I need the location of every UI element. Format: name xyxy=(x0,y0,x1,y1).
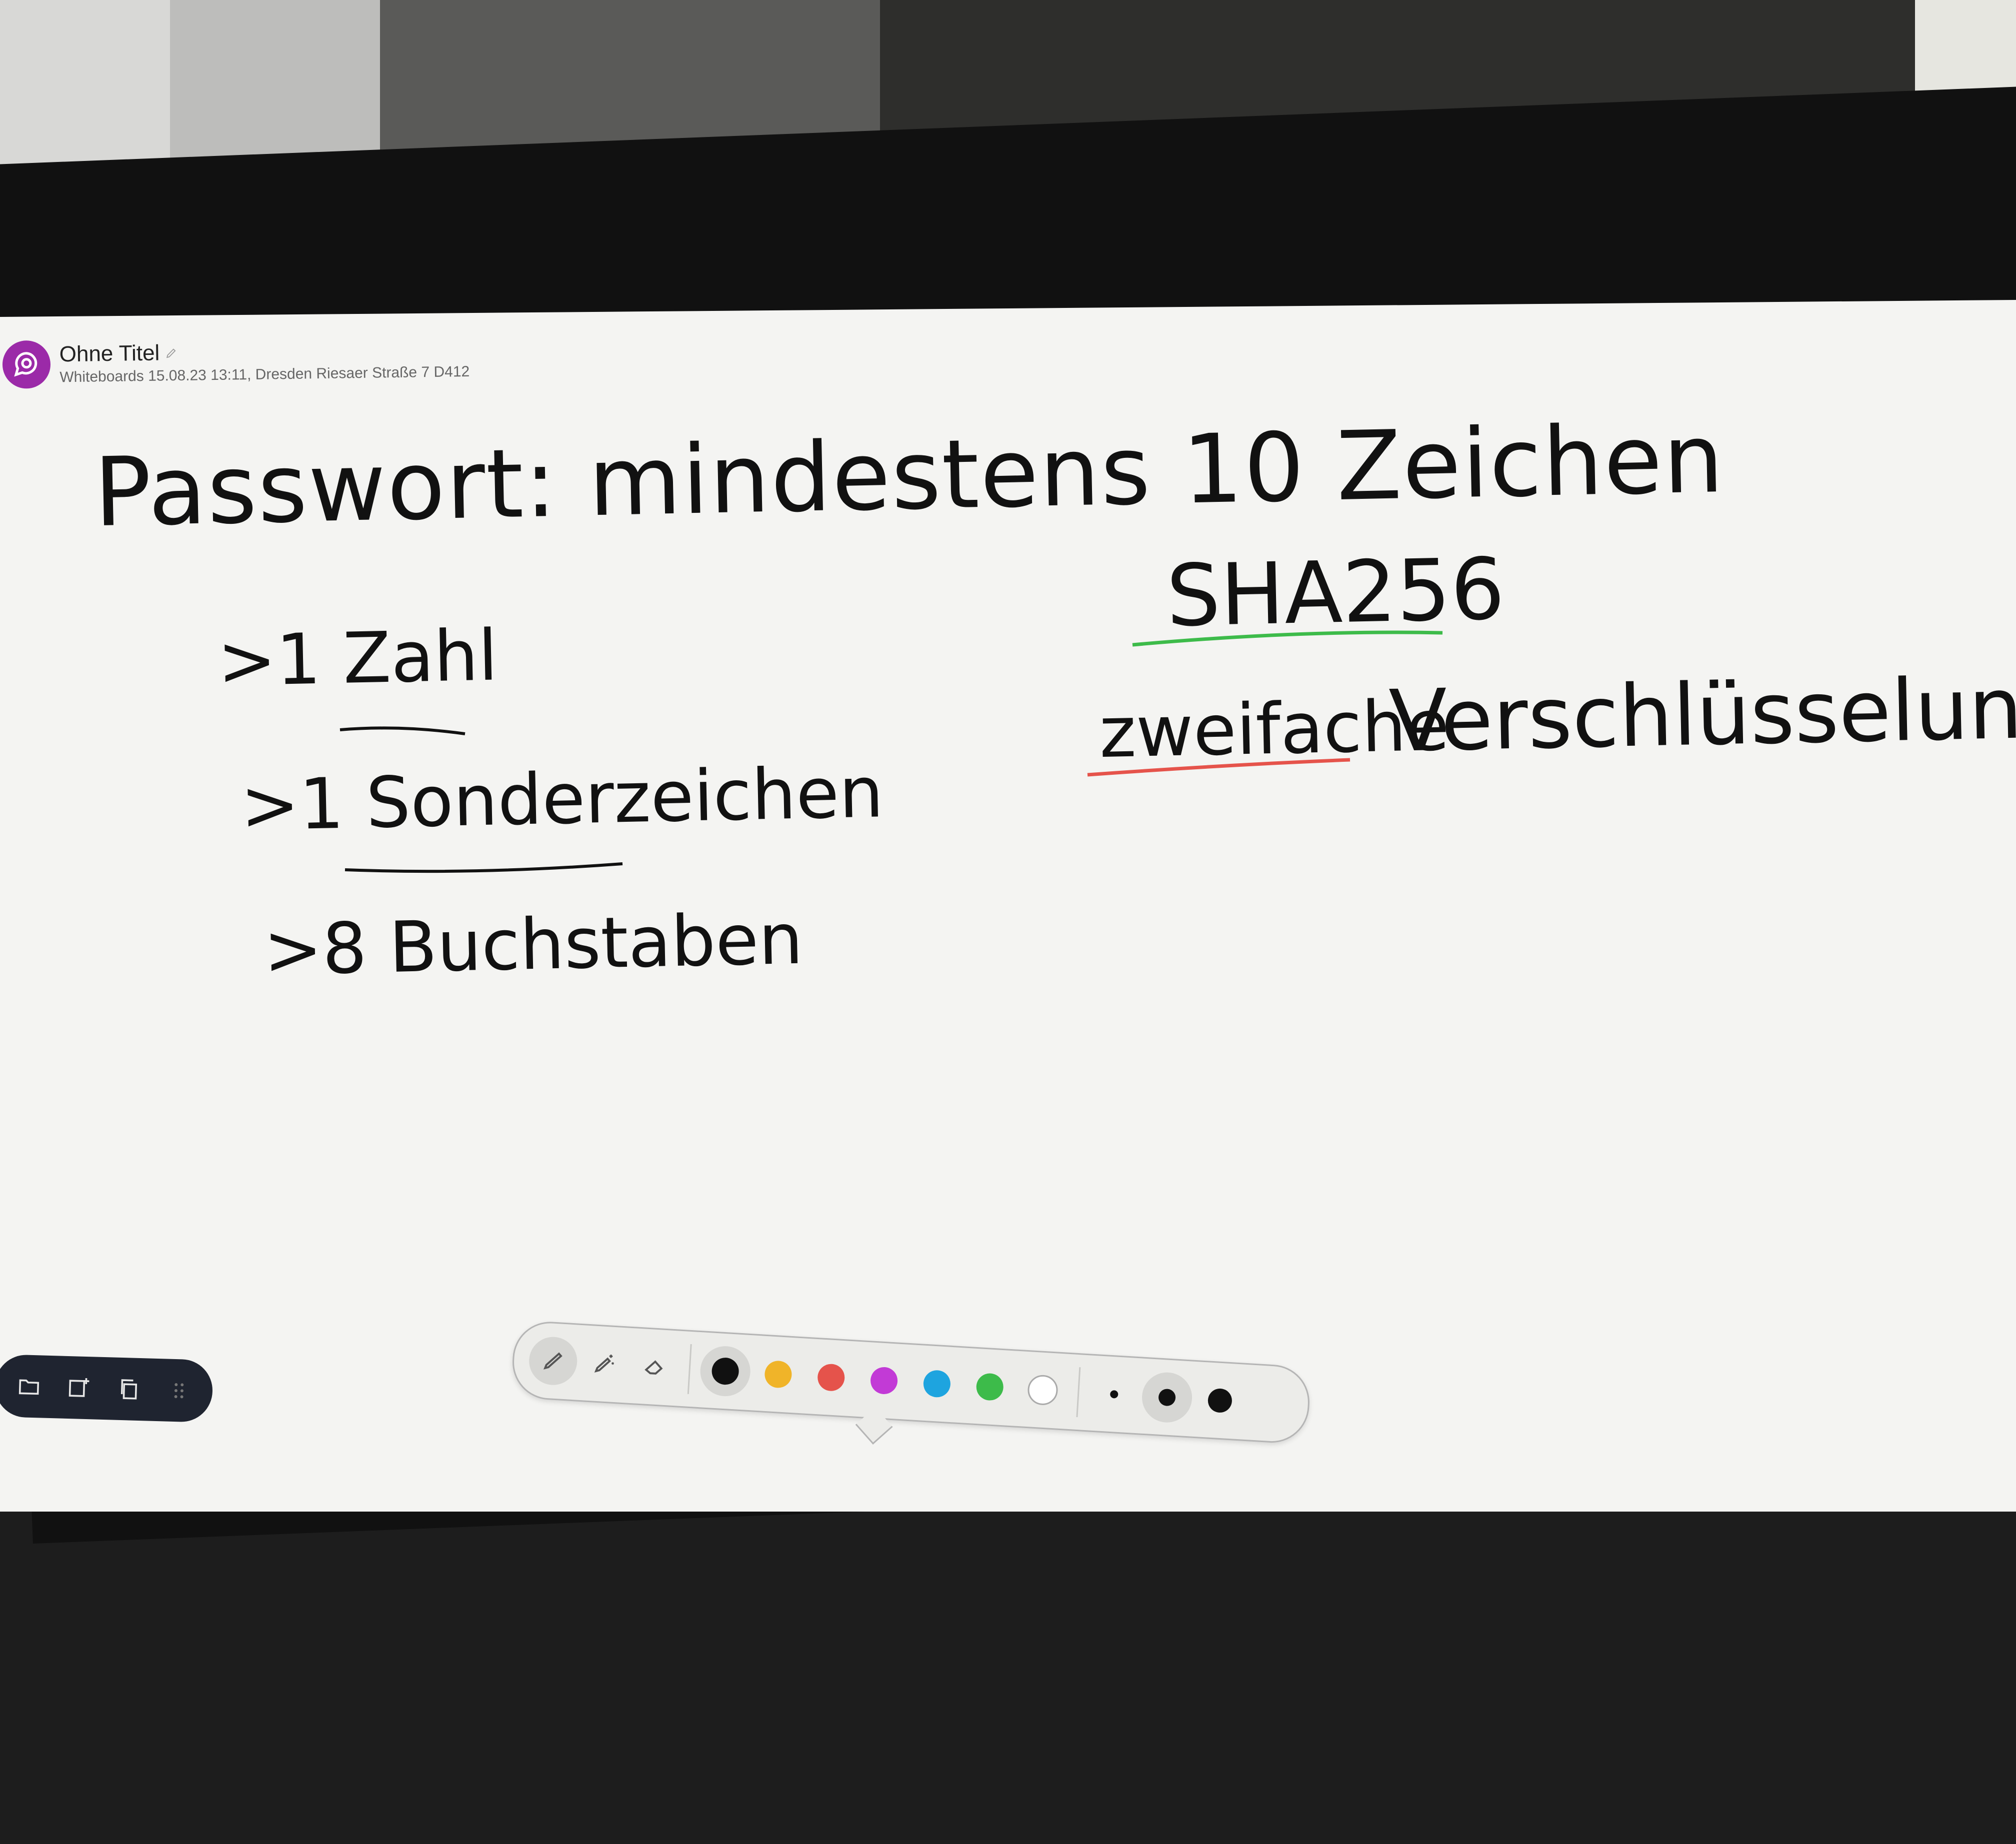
color-swatch-green[interactable] xyxy=(964,1361,1016,1414)
color-swatch-purple[interactable] xyxy=(858,1354,910,1407)
color-swatch-white[interactable] xyxy=(1016,1364,1070,1417)
color-swatch-yellow[interactable] xyxy=(752,1348,805,1401)
underline-zahl xyxy=(340,726,466,735)
handwriting-item-3: >8 Buchstaben xyxy=(263,899,804,992)
folder-open-icon[interactable] xyxy=(14,1372,44,1401)
eraser-icon[interactable] xyxy=(630,1342,680,1393)
stroke-size-large[interactable] xyxy=(1194,1374,1246,1427)
color-swatch-red[interactable] xyxy=(804,1351,858,1404)
color-swatch-black[interactable] xyxy=(698,1345,752,1398)
lasso-select-icon[interactable] xyxy=(788,1757,840,1810)
action-bar xyxy=(644,1730,1099,1844)
magic-pen-icon[interactable] xyxy=(578,1339,630,1390)
more-button[interactable] xyxy=(1039,1767,1098,1833)
handwriting-item-2: >1 Sonderzeichen xyxy=(240,752,884,847)
handwriting-verschluesselung: Verschlüsselung xyxy=(1388,658,2016,771)
handwriting-sha256: SHA256 xyxy=(1166,540,1506,646)
sticky-note-icon[interactable] xyxy=(968,1769,1022,1822)
whiteboard-screen: Ohne Titel Whiteboards 15.08.23 13:11, D… xyxy=(0,300,2016,1512)
undo-icon[interactable] xyxy=(645,1741,704,1807)
file-toolbar xyxy=(0,1354,214,1423)
shapes-icon[interactable] xyxy=(910,1765,962,1818)
stroke-size-small[interactable] xyxy=(1088,1368,1140,1421)
mode-bar xyxy=(776,1747,1032,1831)
stroke-size-medium[interactable] xyxy=(1140,1371,1194,1424)
underline-sonderzeichen xyxy=(344,862,623,873)
toolbar-separator xyxy=(1076,1367,1081,1418)
redo-icon[interactable] xyxy=(711,1745,770,1812)
pen-mode-icon[interactable] xyxy=(846,1759,904,1816)
pen-icon[interactable] xyxy=(528,1335,578,1387)
copy-pages-icon[interactable] xyxy=(114,1375,144,1404)
color-swatch-blue[interactable] xyxy=(910,1357,964,1410)
add-page-icon[interactable] xyxy=(64,1373,94,1402)
ink-layer: Passwort: mindestens 10 Zeichen >1 Zahl … xyxy=(93,403,2016,992)
handwriting-line-1: Passwort: mindestens 10 Zeichen xyxy=(93,403,1726,548)
drag-handle-icon[interactable] xyxy=(164,1376,194,1405)
toolbar-separator xyxy=(687,1344,692,1394)
handwriting-item-1: >1 Zahl xyxy=(217,615,499,702)
